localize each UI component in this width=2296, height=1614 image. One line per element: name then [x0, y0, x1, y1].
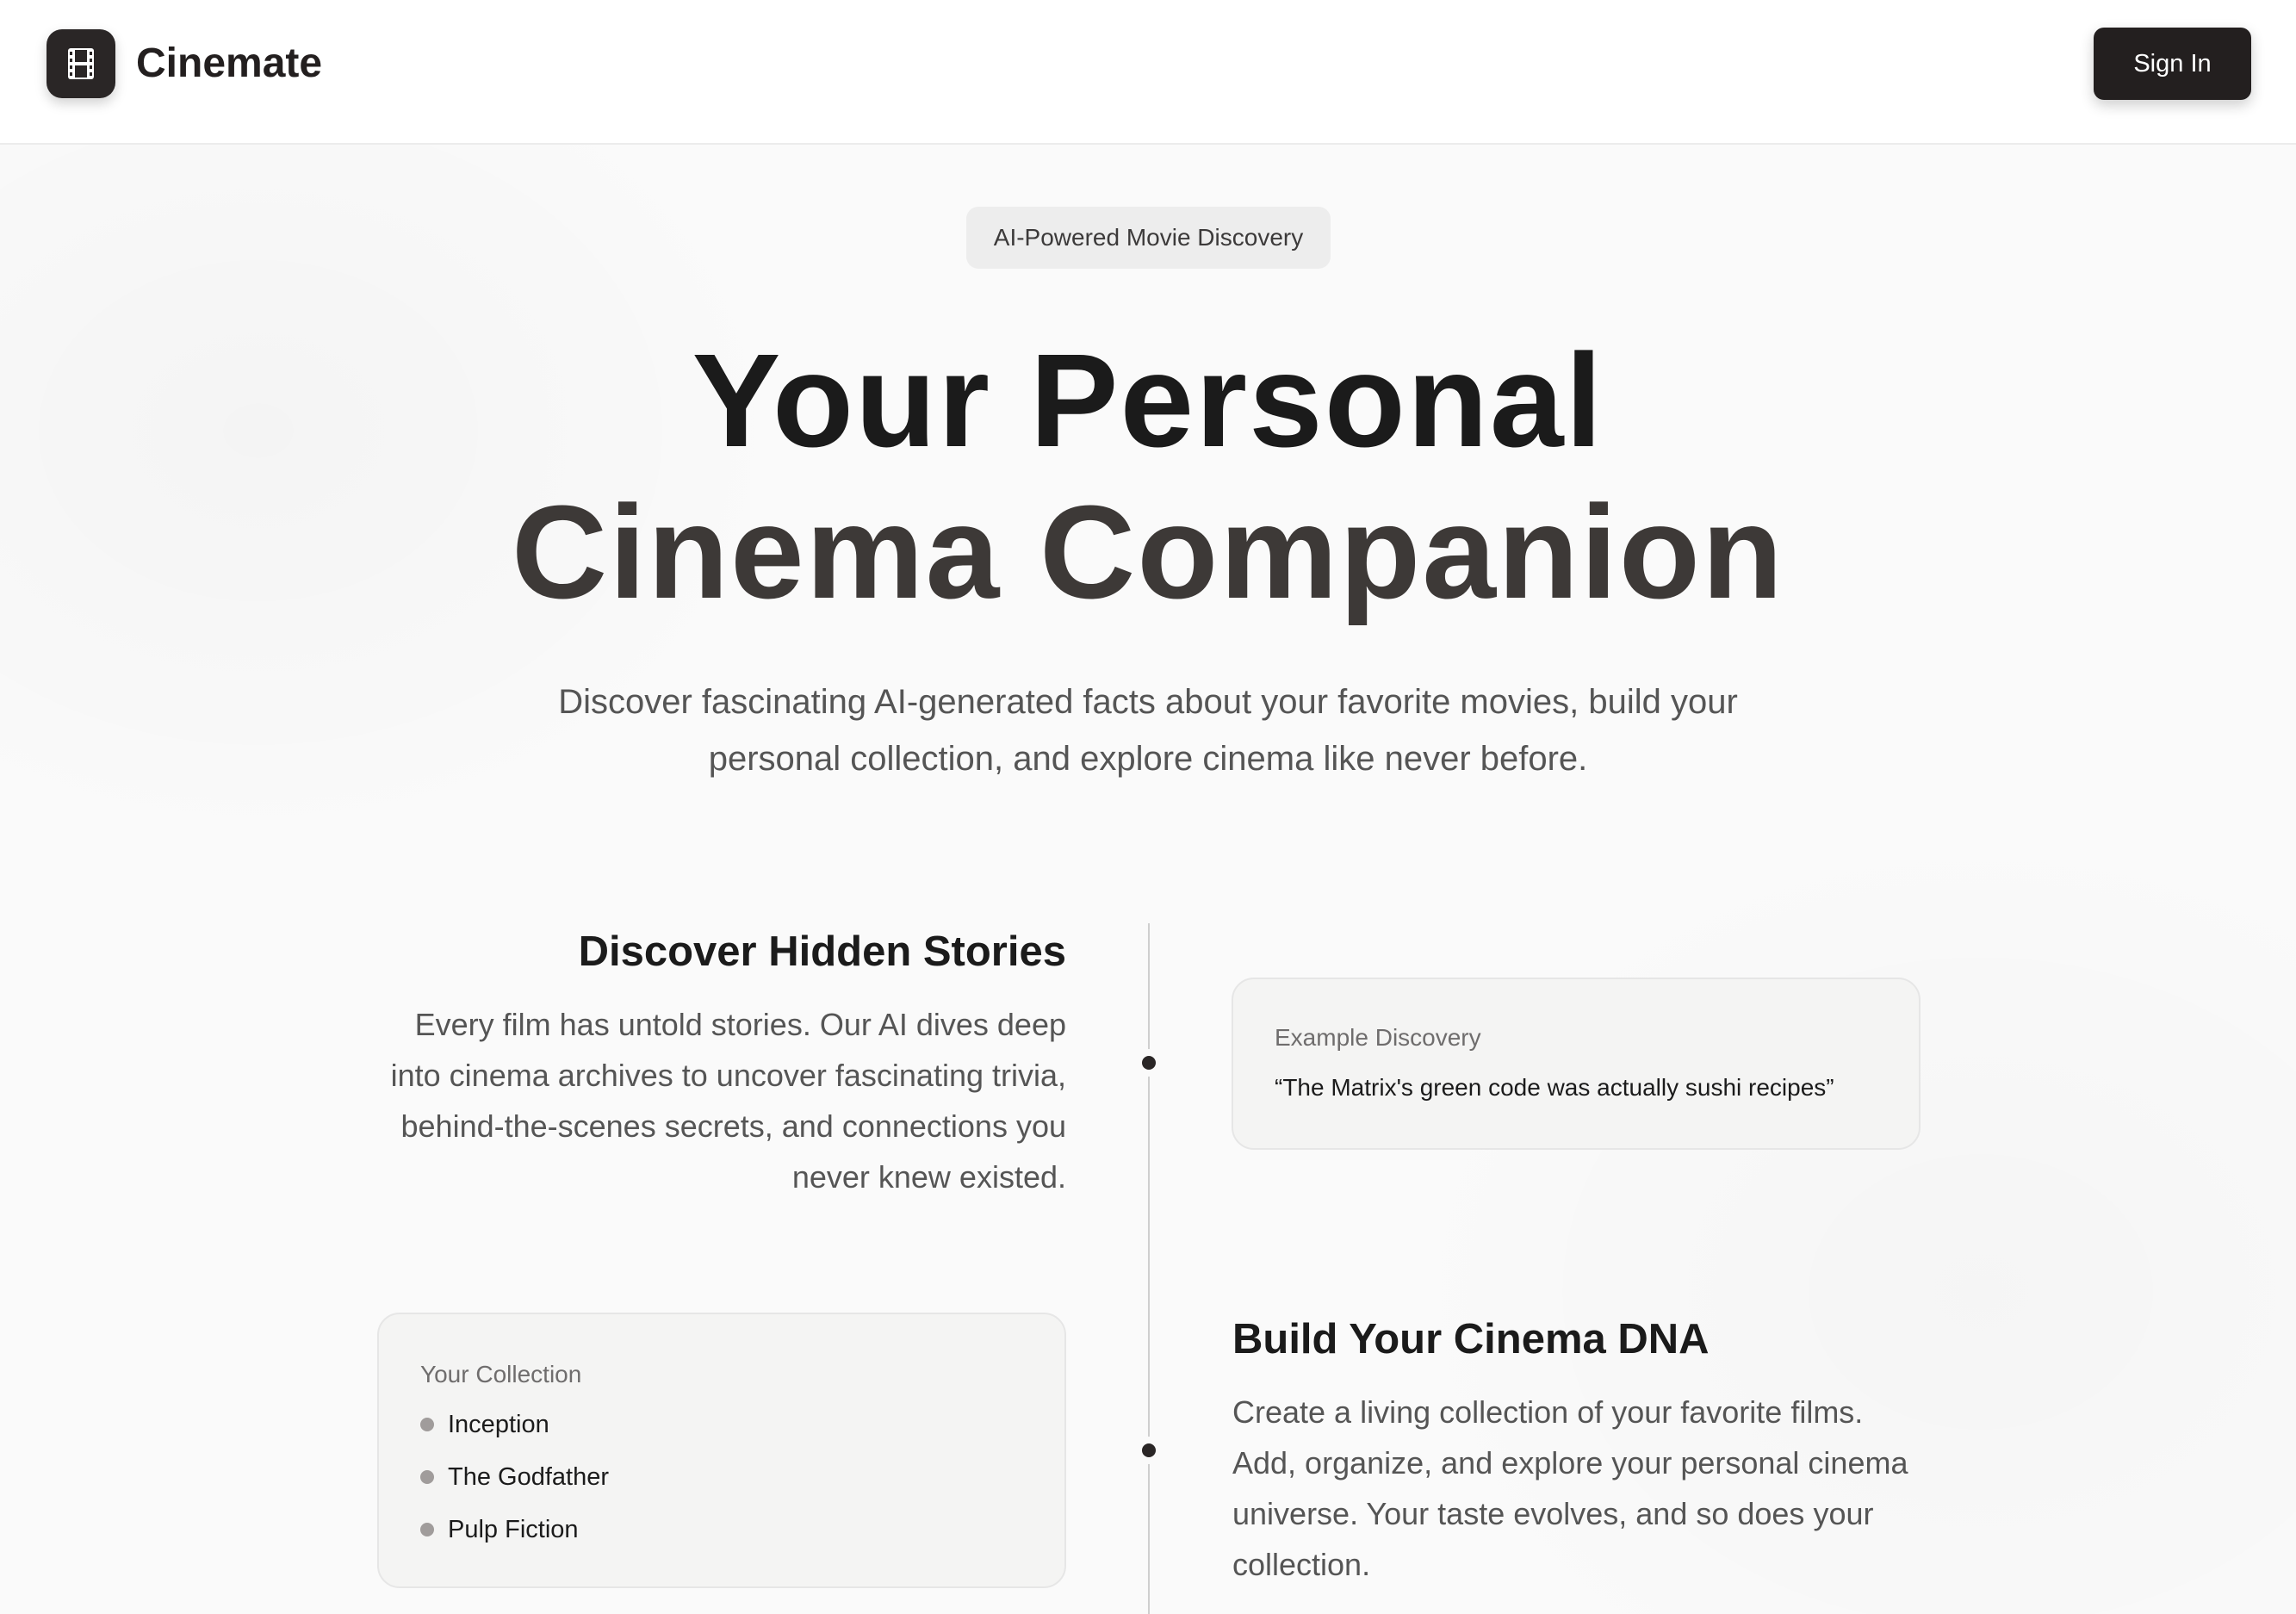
- hero-badge: AI-Powered Movie Discovery: [966, 207, 1331, 269]
- bullet-dot: [420, 1418, 434, 1431]
- timeline-dot: [1142, 1056, 1156, 1070]
- list-item: Inception: [420, 1409, 609, 1462]
- list-item: The Godfather: [420, 1462, 609, 1514]
- section-title-cinema-dna: Build Your Cinema DNA: [1232, 1316, 1710, 1363]
- list-item-label: The Godfather: [448, 1463, 609, 1491]
- timeline-line: [1148, 923, 1150, 1614]
- section-body-cinema-dna: Create a living collection of your favor…: [1232, 1394, 1908, 1582]
- collection-card: Your Collection Inception The Godfather …: [377, 1313, 1066, 1588]
- logo[interactable]: [47, 29, 115, 98]
- bullet-dot: [420, 1523, 434, 1536]
- bullet-dot: [420, 1470, 434, 1484]
- list-item-label: Pulp Fiction: [448, 1516, 579, 1543]
- card-quote: “The Matrix's green code was actually su…: [1275, 1074, 1834, 1101]
- film-icon: [68, 48, 94, 79]
- card-label: Example Discovery: [1275, 1024, 1481, 1051]
- timeline-dot: [1142, 1443, 1156, 1457]
- example-discovery-card: Example Discovery “The Matrix's green co…: [1232, 978, 1921, 1150]
- brand-name[interactable]: Cinemate: [136, 38, 322, 90]
- section-title-discover: Discover Hidden Stories: [578, 928, 1066, 975]
- site-header: Cinemate Sign In: [0, 0, 2296, 145]
- list-item-label: Inception: [448, 1411, 549, 1438]
- collection-list: Inception The Godfather Pulp Fiction: [420, 1409, 609, 1567]
- sign-in-button[interactable]: Sign In: [2094, 28, 2251, 100]
- section-body-discover: Every film has untold stories. Our AI di…: [390, 1007, 1066, 1195]
- hero-subtitle: Discover fascinating AI-generated facts …: [558, 683, 1738, 778]
- hero-title-line-2: Cinema Companion: [511, 478, 1784, 626]
- hero-title-line-1: Your Personal: [692, 326, 1604, 475]
- list-item: Pulp Fiction: [420, 1514, 609, 1567]
- card-label: Your Collection: [420, 1361, 582, 1387]
